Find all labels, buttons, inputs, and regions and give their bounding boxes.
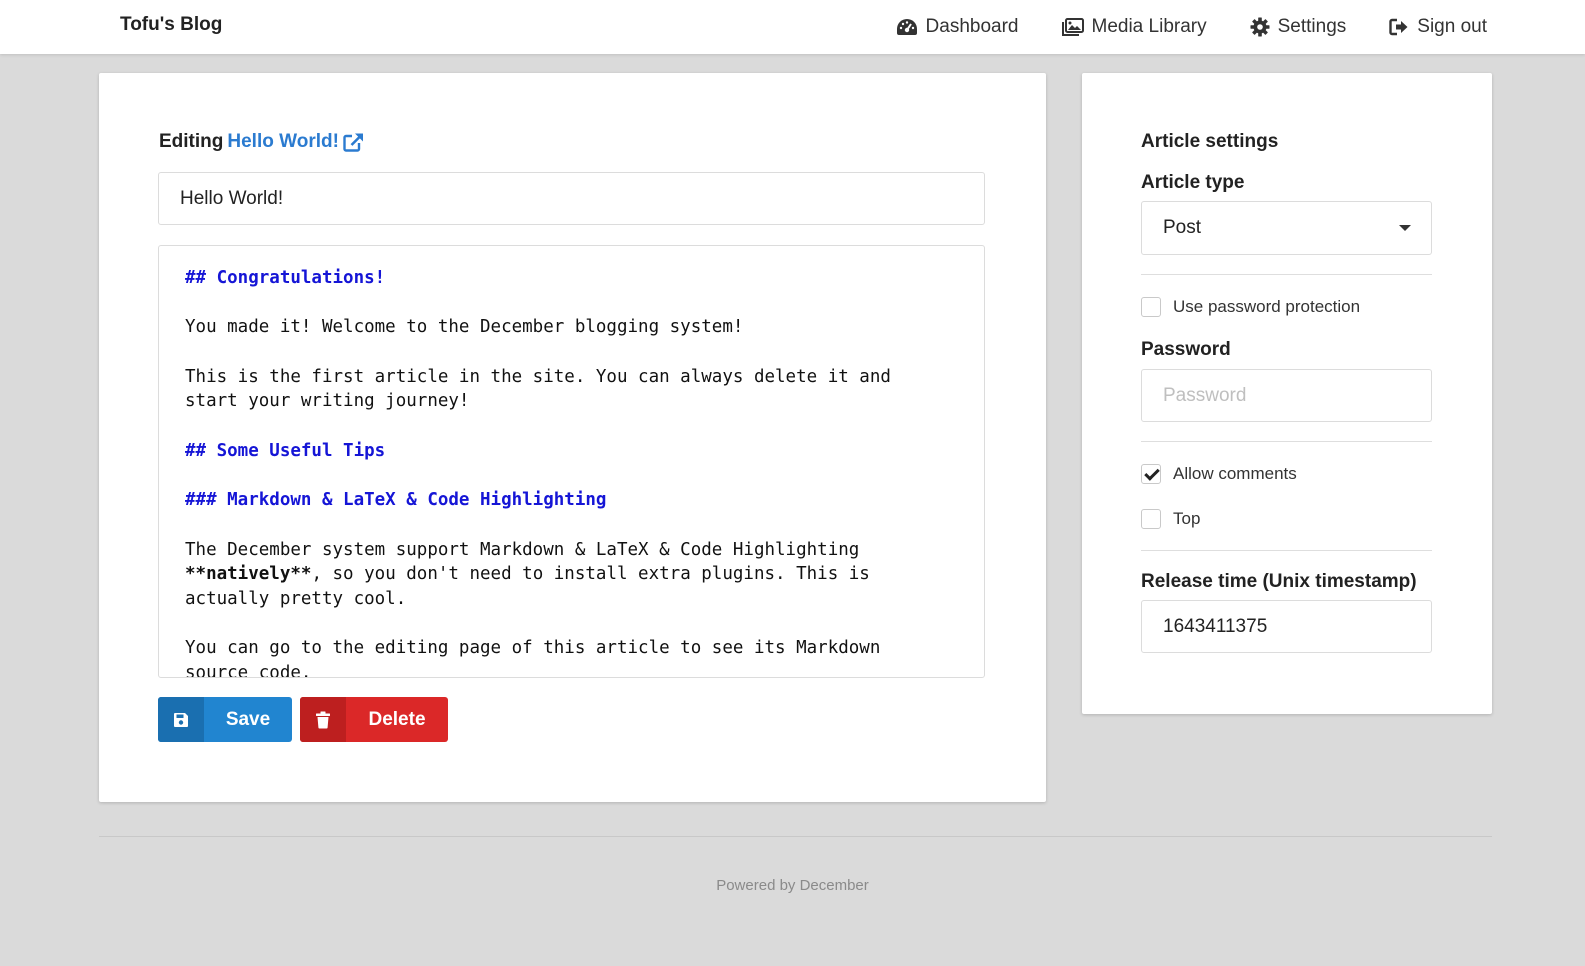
delete-button[interactable]: Delete xyxy=(300,697,448,742)
article-type-label: Article type xyxy=(1141,172,1245,193)
markdown-editor[interactable]: ## Congratulations! You made it! Welcome … xyxy=(158,245,985,678)
release-time-input[interactable] xyxy=(1141,600,1432,653)
dashboard-gauge-icon xyxy=(896,19,917,35)
password-label: Password xyxy=(1141,339,1231,360)
password-protection-label: Use password protection xyxy=(1173,297,1361,316)
editor-line: ## Some Useful Tips xyxy=(185,440,386,461)
nav-settings[interactable]: Settings xyxy=(1250,14,1347,40)
editor-line: start your writing journey! xyxy=(185,391,470,412)
nav-sign-out-label: Sign out xyxy=(1417,16,1487,37)
editor-line: You made it! Welcome to the December blo… xyxy=(185,317,744,338)
editor-text: , so you don't need to install extra plu… xyxy=(311,564,870,585)
article-link-label: Hello World! xyxy=(227,131,339,152)
release-time-label: Release time (Unix timestamp) xyxy=(1141,571,1417,592)
article-title-input[interactable] xyxy=(158,172,985,225)
password-protection-checkbox[interactable] xyxy=(1141,297,1161,317)
nav-media-library[interactable]: Media Library xyxy=(1061,14,1207,40)
editing-heading: Editing Hello World! xyxy=(159,131,365,153)
article-view-link[interactable]: Hello World! xyxy=(227,131,365,153)
delete-button-label: Delete xyxy=(368,708,426,730)
main-nav: Dashboard Media Library Settings Sign ou… xyxy=(853,14,1487,40)
allow-comments-checkbox-row[interactable]: Allow comments xyxy=(1141,464,1297,484)
settings-divider xyxy=(1141,550,1432,551)
floppy-disk-icon xyxy=(158,697,204,742)
article-type-value: Post xyxy=(1163,217,1202,238)
editor-line: This is the first article in the site. Y… xyxy=(185,366,891,387)
save-button-label: Save xyxy=(225,708,271,730)
save-button[interactable]: Save xyxy=(158,697,292,742)
editor-line: source code. xyxy=(185,663,312,678)
editor-line: You can go to the editing page of this a… xyxy=(185,638,881,659)
settings-divider xyxy=(1141,274,1432,275)
caret-down-icon xyxy=(1399,225,1411,231)
settings-heading: Article settings xyxy=(1141,131,1279,152)
editor-line: ### Markdown & LaTeX & Code Highlighting xyxy=(185,490,607,511)
footer-divider xyxy=(99,836,1492,837)
top-checkbox-row[interactable]: Top xyxy=(1141,509,1200,529)
editing-prefix: Editing xyxy=(159,131,224,152)
top-navbar: Tofu's Blog Dashboard Media Library Sett… xyxy=(0,0,1585,54)
trash-icon xyxy=(300,697,346,742)
nav-dashboard[interactable]: Dashboard xyxy=(896,14,1019,40)
footer-credit: Powered by December xyxy=(716,877,869,894)
nav-sign-out[interactable]: Sign out xyxy=(1389,14,1487,40)
top-label: Top xyxy=(1173,509,1201,528)
editor-card: Editing Hello World! ## Congratulations!… xyxy=(99,73,1046,802)
external-link-icon xyxy=(343,133,363,152)
top-checkbox[interactable] xyxy=(1141,509,1161,529)
sign-out-icon xyxy=(1389,18,1408,36)
editor-bold-text: **natively** xyxy=(185,564,312,585)
editor-line: ## Congratulations! xyxy=(185,268,386,288)
nav-settings-label: Settings xyxy=(1277,16,1347,37)
nav-media-library-label: Media Library xyxy=(1091,16,1207,37)
allow-comments-checkbox[interactable] xyxy=(1141,464,1161,484)
nav-dashboard-label: Dashboard xyxy=(925,16,1019,37)
site-brand[interactable]: Tofu's Blog xyxy=(120,14,222,36)
settings-divider xyxy=(1141,441,1432,442)
allow-comments-label: Allow comments xyxy=(1173,464,1297,483)
editor-line: **natively**, so you don't need to insta… xyxy=(185,562,958,587)
password-protection-checkbox-row[interactable]: Use password protection xyxy=(1141,297,1360,317)
article-type-select[interactable]: Post xyxy=(1141,201,1432,255)
images-icon xyxy=(1061,18,1084,36)
editor-line: actually pretty cool. xyxy=(185,589,407,610)
editor-line: The December system support Markdown & L… xyxy=(185,539,860,560)
password-input[interactable] xyxy=(1141,369,1432,422)
article-settings-card: Article settings Article type Post Use p… xyxy=(1082,73,1492,714)
gear-icon xyxy=(1250,17,1270,37)
